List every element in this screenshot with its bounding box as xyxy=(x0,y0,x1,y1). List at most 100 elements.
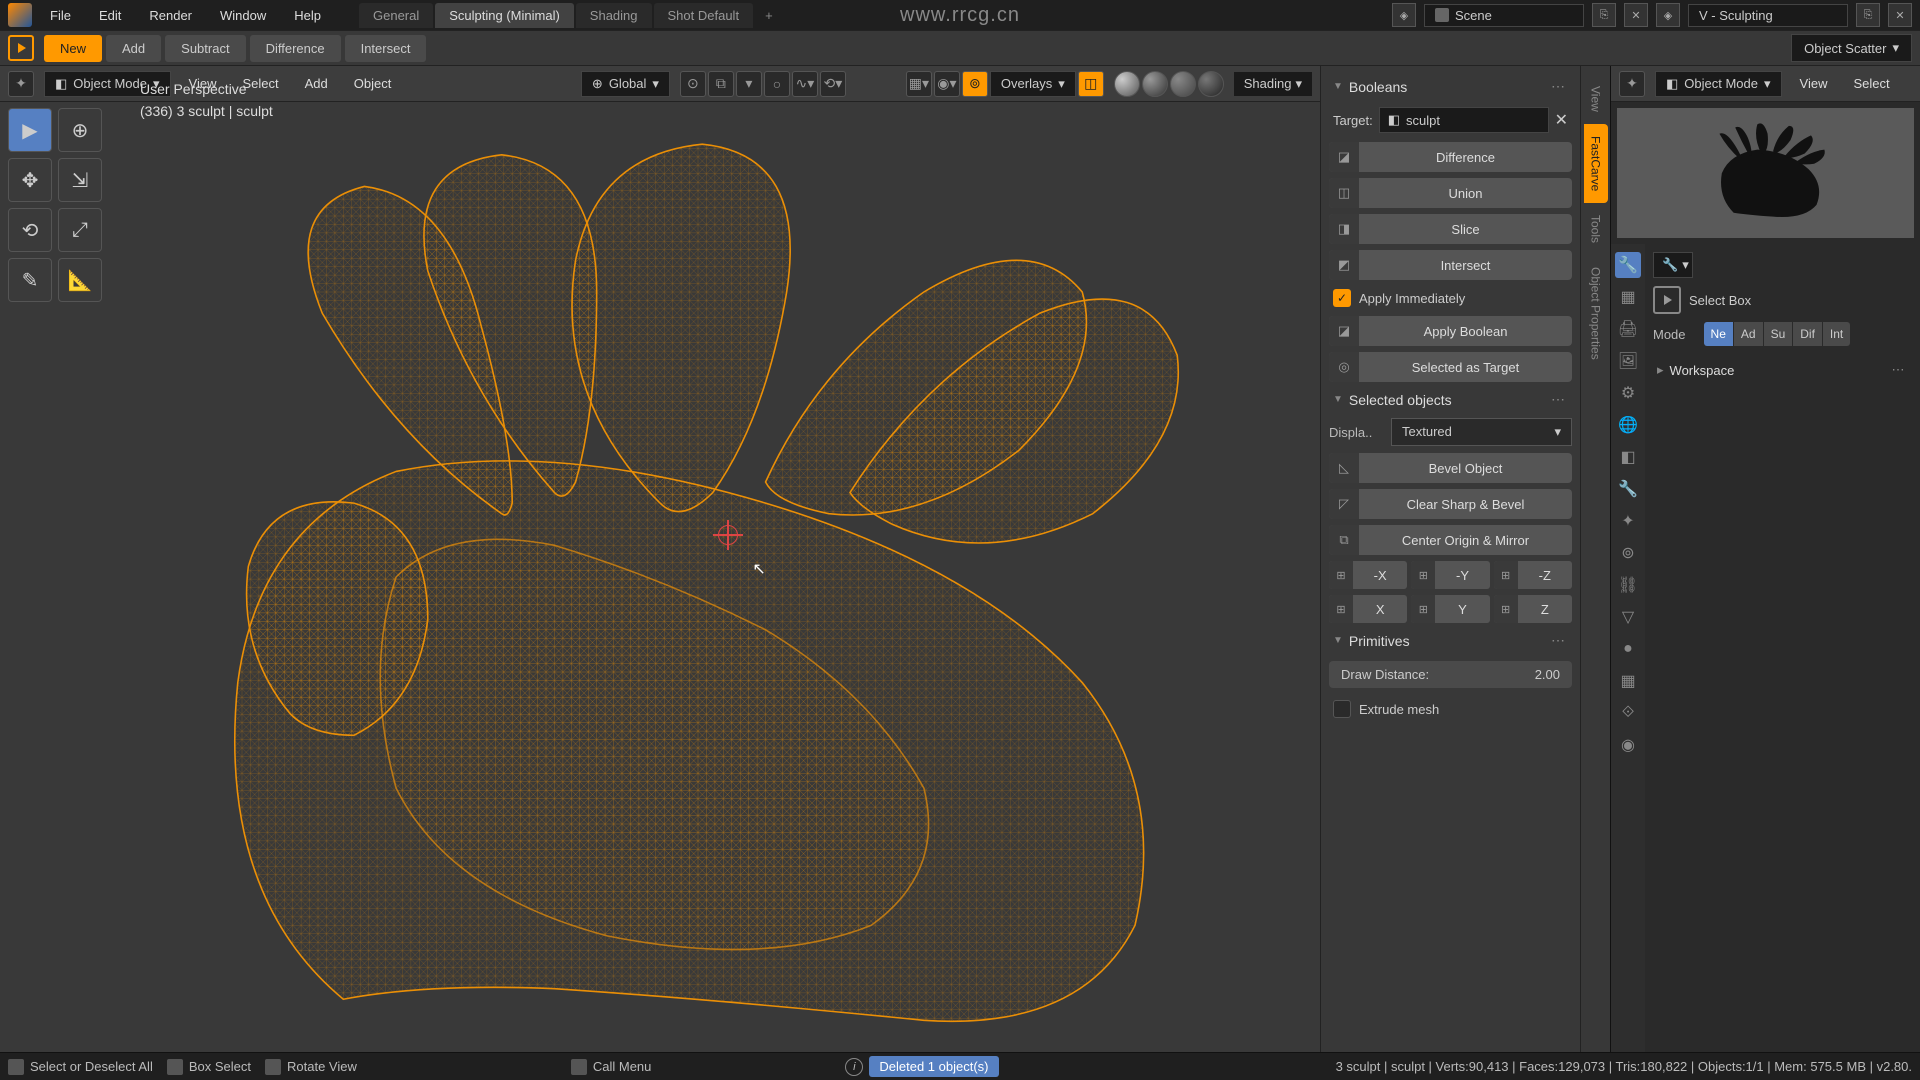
draw-distance-field[interactable]: Draw Distance: 2.00 xyxy=(1329,661,1572,688)
scene-delete-icon[interactable]: ✕ xyxy=(1624,3,1648,27)
menu-help[interactable]: Help xyxy=(284,4,331,27)
proportional-icon[interactable]: ○ xyxy=(764,71,790,97)
center-origin-mirror-button[interactable]: ⧉Center Origin & Mirror xyxy=(1329,525,1572,555)
panel-menu-icon[interactable]: ⋯ xyxy=(1888,362,1908,378)
snap-icon[interactable]: ⧉ xyxy=(708,71,734,97)
data-props-icon[interactable]: ⟐ xyxy=(1615,700,1641,726)
app-logo-icon[interactable] xyxy=(8,3,32,27)
viewport-menu-object[interactable]: Object xyxy=(346,72,400,95)
editor-type-icon[interactable]: ✦ xyxy=(1619,71,1645,97)
display-type-dropdown[interactable]: Textured ▾ xyxy=(1391,418,1572,446)
texture-props-icon[interactable]: ▦ xyxy=(1615,668,1641,694)
tab-fastcarve[interactable]: FastCarve xyxy=(1584,124,1608,203)
object-props-icon[interactable]: ◧ xyxy=(1615,444,1641,470)
tab-object-properties[interactable]: Object Properties xyxy=(1584,255,1608,372)
workspace-panel-header[interactable]: Workspace ⋯ xyxy=(1653,354,1912,386)
wireframe-shading-icon[interactable] xyxy=(1114,71,1140,97)
menu-window[interactable]: Window xyxy=(210,4,276,27)
lookdev-shading-icon[interactable] xyxy=(1170,71,1196,97)
measure-tool-icon[interactable]: 📐 xyxy=(58,258,102,302)
viewport-menu-add[interactable]: Add xyxy=(297,72,336,95)
output-props-icon[interactable]: 🖨 xyxy=(1615,316,1641,342)
pivot-icon[interactable]: ⊙ xyxy=(680,71,706,97)
particle-props-icon[interactable]: ✦ xyxy=(1615,508,1641,534)
editor-type-icon[interactable]: ✦ xyxy=(8,71,34,97)
apply-boolean-button[interactable]: ◪Apply Boolean xyxy=(1329,316,1572,346)
right-mode-dropdown[interactable]: ◧ Object Mode ▾ xyxy=(1655,71,1782,97)
viewlayer-new-icon[interactable]: ⎘ xyxy=(1856,3,1880,27)
union-button[interactable]: ◫Union xyxy=(1329,178,1572,208)
gizmo-icon[interactable]: ⟲▾ xyxy=(820,71,846,97)
menu-file[interactable]: File xyxy=(40,4,81,27)
cursor-tool-icon[interactable]: ⊕ xyxy=(58,108,102,152)
mode-new[interactable]: Ne xyxy=(1704,322,1733,346)
toolbar-difference-button[interactable]: Difference xyxy=(250,35,341,62)
toolbar-add-button[interactable]: Add xyxy=(106,35,161,62)
modifier-props-icon[interactable]: 🔧 xyxy=(1615,476,1641,502)
mirror-neg-z-button[interactable]: ⊞-Z xyxy=(1494,561,1572,589)
more-props-icon[interactable]: ◉ xyxy=(1615,732,1641,758)
workspace-tab-shot-default[interactable]: Shot Default xyxy=(654,3,754,28)
mesh-props-icon[interactable]: ▽ xyxy=(1615,604,1641,630)
mirror-neg-y-button[interactable]: ⊞-Y xyxy=(1411,561,1489,589)
right-menu-view[interactable]: View xyxy=(1792,72,1836,95)
clear-target-icon[interactable]: ✕ xyxy=(1555,110,1568,130)
panel-menu-icon[interactable]: ⋯ xyxy=(1548,632,1568,649)
mode-difference[interactable]: Dif xyxy=(1793,322,1822,346)
preview-viewport[interactable] xyxy=(1617,108,1914,238)
rendered-shading-icon[interactable] xyxy=(1198,71,1224,97)
3d-viewport[interactable]: ✦ ◧ Object Mode ▾ View Select Add Object… xyxy=(0,66,1320,1052)
target-object-field[interactable]: ◧ sculpt xyxy=(1379,107,1549,133)
workspace-tab-shading[interactable]: Shading xyxy=(576,3,652,28)
proportional-dropdown-icon[interactable]: ∿▾ xyxy=(792,71,818,97)
apply-immediately-checkbox[interactable]: ✓ Apply Immediately xyxy=(1329,283,1572,313)
menu-render[interactable]: Render xyxy=(139,4,202,27)
mode-intersect[interactable]: Int xyxy=(1823,322,1850,346)
menu-edit[interactable]: Edit xyxy=(89,4,131,27)
toolbar-new-button[interactable]: New xyxy=(44,35,102,62)
mode-add[interactable]: Ad xyxy=(1734,322,1763,346)
booleans-panel-header[interactable]: Booleans ⋯ xyxy=(1329,72,1572,101)
solid-shading-icon[interactable] xyxy=(1142,71,1168,97)
selected-as-target-button[interactable]: ◎Selected as Target xyxy=(1329,352,1572,382)
difference-button[interactable]: ◪Difference xyxy=(1329,142,1572,172)
viewlayer-delete-icon[interactable]: ✕ xyxy=(1888,3,1912,27)
render-props-icon[interactable]: ▦ xyxy=(1615,284,1641,310)
scene-props-icon[interactable]: ⚙ xyxy=(1615,380,1641,406)
select-box-tool-icon[interactable] xyxy=(1653,286,1681,314)
toolbar-subtract-button[interactable]: Subtract xyxy=(165,35,245,62)
workspace-tab-sculpting[interactable]: Sculpting (Minimal) xyxy=(435,3,574,28)
constraint-props-icon[interactable]: ⛓ xyxy=(1615,572,1641,598)
extrude-mesh-checkbox[interactable]: ✓ Extrude mesh xyxy=(1329,694,1572,724)
viewlayer-props-icon[interactable]: 🖼 xyxy=(1615,348,1641,374)
rotate-tool-icon[interactable]: ⟲ xyxy=(8,208,52,252)
primitives-header[interactable]: Primitives ⋯ xyxy=(1329,626,1572,655)
properties-editor-dropdown[interactable]: 🔧 ▾ xyxy=(1653,252,1693,278)
viewlayer-selector[interactable]: V - Sculpting xyxy=(1688,4,1848,27)
overlays-toggle-icon[interactable]: ⊚ xyxy=(962,71,988,97)
bevel-object-button[interactable]: ◺Bevel Object xyxy=(1329,453,1572,483)
select-box-tool-icon[interactable]: ▶ xyxy=(8,108,52,152)
scene-browse-icon[interactable]: ◈ xyxy=(1392,3,1416,27)
tab-view[interactable]: View xyxy=(1584,74,1608,124)
move-tool-icon[interactable]: ✥ xyxy=(8,158,52,202)
panel-menu-icon[interactable]: ⋯ xyxy=(1548,78,1568,95)
viewport-canvas[interactable] xyxy=(0,102,1320,1052)
viewlayer-browse-icon[interactable]: ◈ xyxy=(1656,3,1680,27)
selected-objects-header[interactable]: Selected objects ⋯ xyxy=(1329,385,1572,414)
workspace-tab-general[interactable]: General xyxy=(359,3,433,28)
right-menu-select[interactable]: Select xyxy=(1845,72,1897,95)
object-scatter-dropdown[interactable]: Object Scatter ▾ xyxy=(1791,34,1912,62)
annotate-tool-icon[interactable]: ✎ xyxy=(8,258,52,302)
scene-new-icon[interactable]: ⎘ xyxy=(1592,3,1616,27)
tool-props-icon[interactable]: 🔧 xyxy=(1615,252,1641,278)
world-props-icon[interactable]: 🌐 xyxy=(1615,412,1641,438)
scene-selector[interactable]: Scene xyxy=(1424,4,1584,27)
xray-toggle-icon[interactable]: ◫ xyxy=(1078,71,1104,97)
mode-subtract[interactable]: Su xyxy=(1764,322,1793,346)
scale-tool-icon[interactable]: ⤢ xyxy=(58,208,102,252)
workspace-add-button[interactable]: + xyxy=(755,3,783,28)
transform-orientation-dropdown[interactable]: ⊕ Global ▾ xyxy=(581,71,670,97)
panel-menu-icon[interactable]: ⋯ xyxy=(1548,391,1568,408)
clear-sharp-bevel-button[interactable]: ◸Clear Sharp & Bevel xyxy=(1329,489,1572,519)
